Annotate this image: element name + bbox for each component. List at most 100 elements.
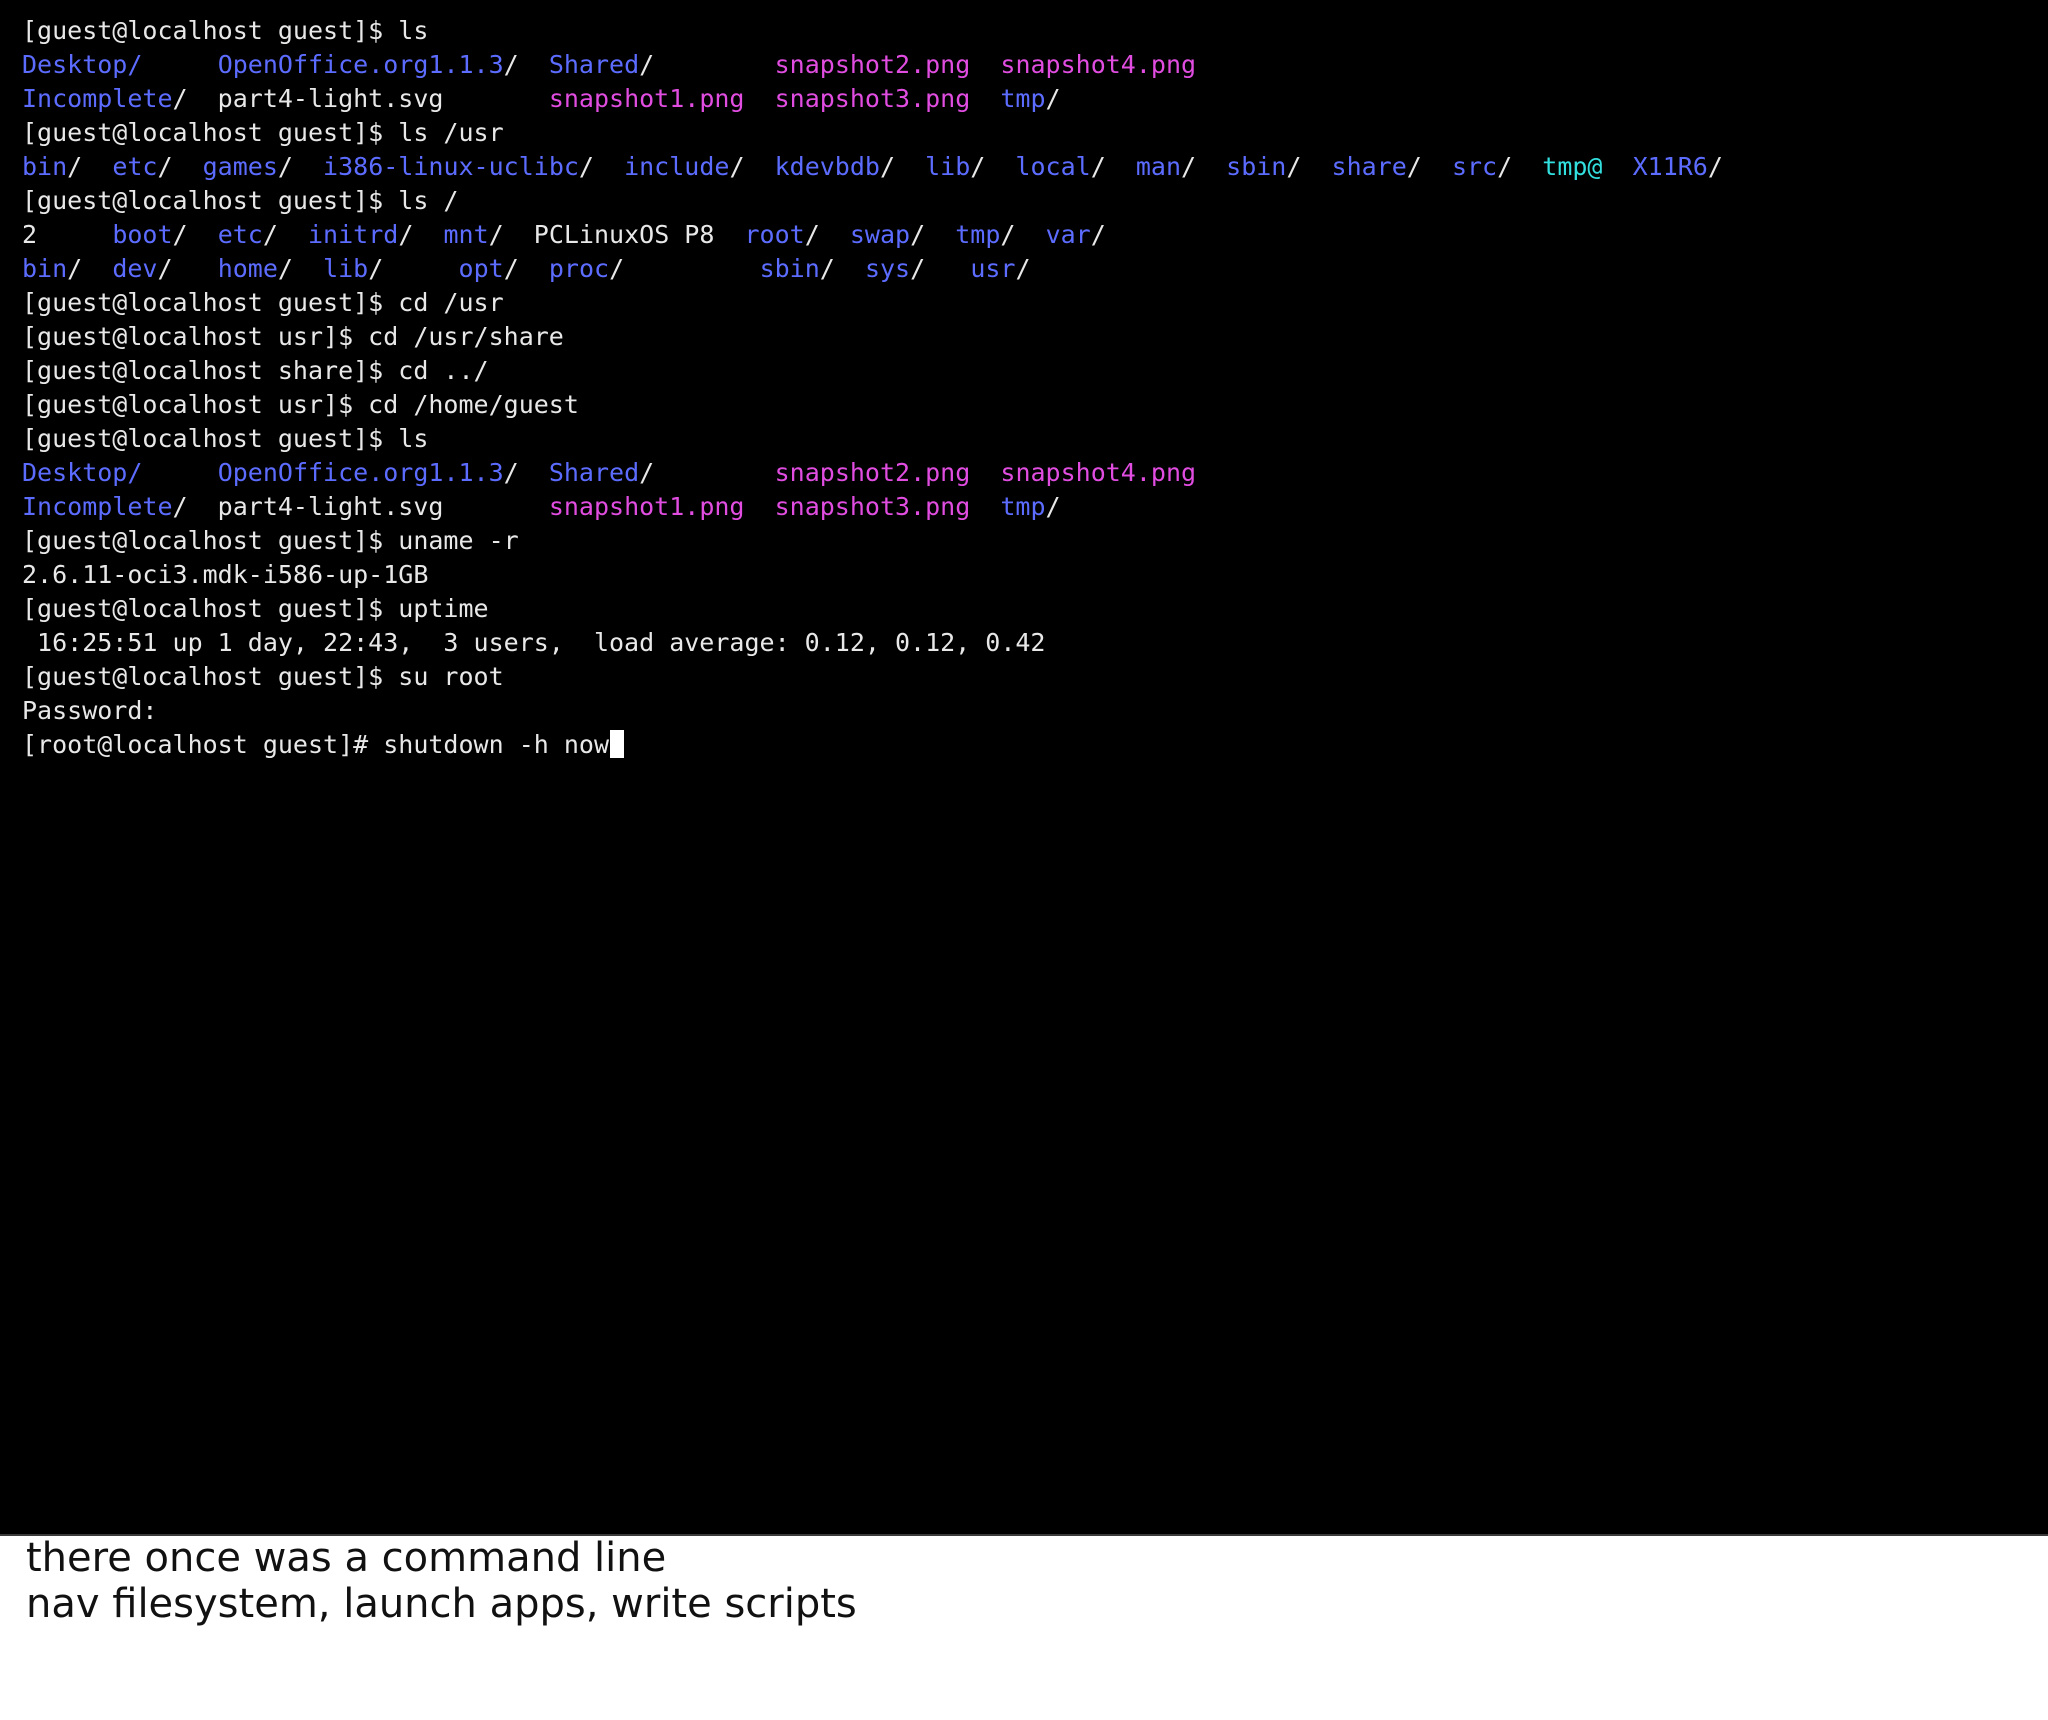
terminal-text: 16:25:51 up 1 day, 22:43, 3 users, load … (22, 628, 1046, 657)
terminal-entry-blue: OpenOffice.org1.1.3 (217, 50, 504, 79)
terminal-text: [guest@localhost guest]$ ls (22, 16, 429, 45)
terminal-entry-magenta: snapshot3.png (774, 492, 971, 521)
terminal-text: / (1000, 220, 1046, 249)
terminal-entry-blue: boot (112, 220, 173, 249)
terminal-entry-blue: mnt (443, 220, 489, 249)
terminal-entry-blue: OpenOffice.org1.1.3 (217, 458, 504, 487)
terminal-entry-blue: Desktop/ (22, 458, 143, 487)
terminal-entry-blue: lib (925, 152, 971, 181)
terminal-output: [guest@localhost guest]$ ls Desktop/ Open… (22, 14, 1723, 762)
terminal-entry-blue: var (1045, 220, 1091, 249)
terminal-text: / (639, 50, 775, 79)
terminal-text: [guest@localhost usr]$ cd /home/guest (22, 390, 579, 419)
terminal-text: [guest@localhost guest]$ ls / (22, 186, 459, 215)
slide-caption: there once was a command line nav filesy… (26, 1535, 857, 1627)
terminal-line: [root@localhost guest]# shutdown -h now (22, 728, 1723, 762)
terminal-text: / (368, 254, 459, 283)
terminal-entry-blue: games (202, 152, 278, 181)
terminal-entry-blue: root (744, 220, 805, 249)
terminal-line: [guest@localhost usr]$ cd /home/guest (22, 388, 1723, 422)
terminal-line: Incomplete/ part4-light.svg snapshot1.pn… (22, 82, 1723, 116)
terminal-entry-blue: etc (112, 152, 158, 181)
terminal-entry-blue: sbin (1226, 152, 1287, 181)
terminal-text: / (1707, 152, 1723, 181)
terminal-text: / (729, 152, 775, 181)
terminal-line: [guest@localhost guest]$ su root (22, 660, 1723, 694)
terminal-entry-blue: swap (849, 220, 911, 249)
terminal-entry-blue: Shared (548, 458, 640, 487)
terminal-entry-blue: Incomplete (22, 492, 173, 521)
terminal-entry-blue: Shared (548, 50, 640, 79)
terminal-text: / (1497, 152, 1543, 181)
terminal-text: / (1015, 254, 1031, 283)
terminal-text: / (910, 220, 956, 249)
terminal-text: / (67, 254, 113, 283)
terminal-text: / part4-light.svg (172, 84, 549, 113)
terminal-entry-blue: initrd (308, 220, 399, 249)
terminal-text: / (1181, 152, 1227, 181)
terminal-entry-magenta: snapshot4.png (1000, 50, 1197, 79)
terminal-text: / (578, 152, 625, 181)
terminal-line: [guest@localhost guest]$ ls /usr (22, 116, 1723, 150)
terminal-entry-magenta: snapshot4.png (1000, 458, 1197, 487)
terminal-text: / (609, 254, 760, 283)
terminal-entry-blue: dev (112, 254, 158, 283)
terminal-text: Password: (22, 696, 158, 725)
terminal-text: [guest@localhost guest]$ uptime (22, 594, 489, 623)
terminal-entry-blue: tmp (1000, 492, 1046, 521)
terminal-entry-blue: Desktop/ (22, 50, 143, 79)
terminal-cursor[interactable] (610, 730, 624, 758)
terminal-line: bin/ etc/ games/ i386-linux-uclibc/ incl… (22, 150, 1723, 184)
terminal-entry-blue: etc (217, 220, 263, 249)
terminal-text: [guest@localhost guest]$ ls /usr (22, 118, 504, 147)
terminal-entry-blue: tmp (1000, 84, 1046, 113)
terminal-text: / (67, 152, 113, 181)
terminal-text: / (398, 220, 444, 249)
terminal-entry-blue: proc (548, 254, 610, 283)
terminal-line: [guest@localhost guest]$ ls (22, 14, 1723, 48)
terminal-text: / part4-light.svg (172, 492, 549, 521)
terminal-text: / PCLinuxOS P8 (488, 220, 745, 249)
terminal-entry-blue: opt (458, 254, 504, 283)
terminal-line: [guest@localhost guest]$ cd /usr (22, 286, 1723, 320)
terminal-entry-blue: local (1015, 152, 1091, 181)
terminal-entry-blue: tmp (955, 220, 1001, 249)
terminal-text: / (503, 458, 549, 487)
terminal-entry-blue: usr (970, 254, 1016, 283)
terminal-line: [guest@localhost guest]$ ls (22, 422, 1723, 456)
terminal-text: / (503, 50, 549, 79)
terminal-entry-blue: bin (22, 254, 68, 283)
terminal-text: / (503, 254, 549, 283)
terminal-entry-magenta: snapshot1.png (548, 84, 745, 113)
terminal-text: / (910, 254, 971, 283)
terminal-line: 2 boot/ etc/ initrd/ mnt/ PCLinuxOS P8 r… (22, 218, 1723, 252)
terminal-text: / (277, 254, 324, 283)
terminal-entry-blue: man (1135, 152, 1181, 181)
terminal-entry-cyan: tmp@ (1542, 152, 1603, 181)
terminal-text: 2.6.11-oci3.mdk-i586-up-1GB (22, 560, 429, 589)
terminal-text: / (1406, 152, 1452, 181)
terminal-text: / (1286, 152, 1332, 181)
terminal-line: Desktop/ OpenOffice.org1.1.3/ Shared/ sn… (22, 48, 1723, 82)
terminal-text: / (639, 458, 775, 487)
terminal-text: / (1045, 84, 1061, 113)
terminal-entry-blue: share (1331, 152, 1407, 181)
terminal-line: Password: (22, 694, 1723, 728)
terminal-text: [guest@localhost guest]$ cd /usr (22, 288, 504, 317)
terminal-line: [guest@localhost usr]$ cd /usr/share (22, 320, 1723, 354)
terminal-text: 2 (22, 220, 113, 249)
terminal-line: [guest@localhost guest]$ uptime (22, 592, 1723, 626)
terminal-text: / (804, 220, 850, 249)
caption-line-1: there once was a command line (26, 1535, 667, 1581)
terminal-text: / (879, 152, 926, 181)
terminal-entry-blue: sys (864, 254, 911, 283)
terminal-text: / (157, 254, 218, 283)
terminal-entry-blue: sbin (759, 254, 820, 283)
terminal-entry-blue: lib (323, 254, 369, 283)
terminal-window[interactable]: [guest@localhost guest]$ ls Desktop/ Open… (0, 0, 2048, 1536)
